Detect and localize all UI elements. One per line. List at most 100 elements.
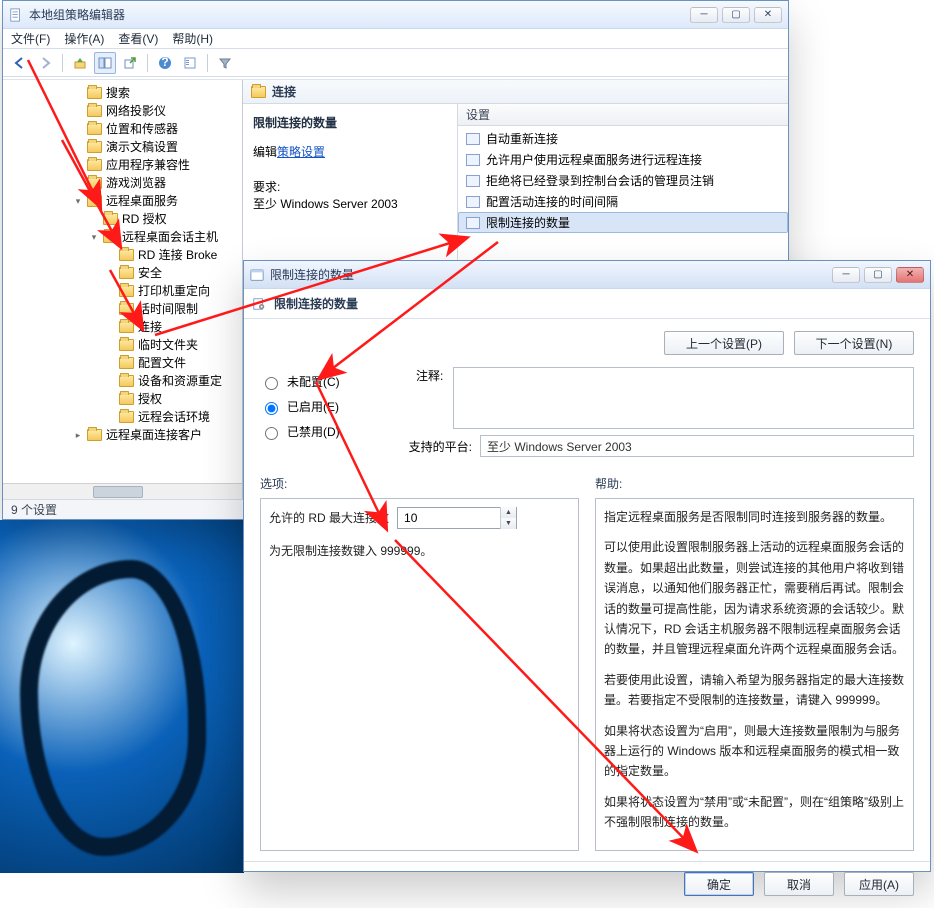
tree-item[interactable]: 网络投影仪 xyxy=(73,102,242,120)
ok-button[interactable]: 确定 xyxy=(684,872,754,896)
folder-icon xyxy=(119,357,134,369)
show-hide-tree-button[interactable] xyxy=(94,52,116,74)
tree-item[interactable]: 演示文稿设置 xyxy=(73,138,242,156)
status-text: 9 个设置 xyxy=(11,501,57,518)
tree-horizontal-scrollbar[interactable] xyxy=(3,483,242,499)
folder-icon xyxy=(251,86,266,98)
radio-not-configured-label: 未配置(C) xyxy=(287,373,340,390)
help-label: 帮助: xyxy=(595,475,914,492)
policy-dialog-window: 限制连接的数量 ─ ▢ ✕ 限制连接的数量 上一个设置(P) 下一个设置(N) … xyxy=(243,260,931,872)
menu-file[interactable]: 文件(F) xyxy=(11,30,50,47)
help-panel: 指定远程桌面服务是否限制同时连接到服务器的数量。可以使用此设置限制服务器上活动的… xyxy=(595,498,914,851)
content-header-title: 连接 xyxy=(272,83,296,100)
list-item[interactable]: 拒绝将已经登录到控制台会话的管理员注销 xyxy=(458,170,788,191)
svg-text:?: ? xyxy=(161,56,168,69)
expand-placeholder xyxy=(105,358,115,368)
tree-item[interactable]: 应用程序兼容性 xyxy=(73,156,242,174)
list-column-header[interactable]: 设置 xyxy=(458,104,788,126)
list-item[interactable]: 自动重新连接 xyxy=(458,128,788,149)
maximize-button[interactable]: ▢ xyxy=(722,7,750,23)
spinner-down-icon[interactable]: ▼ xyxy=(500,518,516,529)
dialog-maximize-button[interactable]: ▢ xyxy=(864,267,892,283)
tree-item[interactable]: 安全 xyxy=(105,264,242,282)
dialog-titlebar[interactable]: 限制连接的数量 ─ ▢ ✕ xyxy=(244,261,930,289)
tree-item[interactable]: 搜索 xyxy=(73,84,242,102)
filter-button[interactable] xyxy=(214,52,236,74)
radio-disabled-label: 已禁用(D) xyxy=(287,423,340,440)
policy-item-icon xyxy=(466,133,480,145)
list-item-label: 配置活动连接的时间间隔 xyxy=(486,193,618,210)
menu-action[interactable]: 操作(A) xyxy=(64,30,104,47)
nav-tree[interactable]: 搜索网络投影仪位置和传感器演示文稿设置应用程序兼容性游戏浏览器▾远程桌面服务RD… xyxy=(3,80,243,499)
editor-titlebar[interactable]: 本地组策略编辑器 ─ ▢ ✕ xyxy=(3,1,788,29)
next-setting-button[interactable]: 下一个设置(N) xyxy=(794,331,914,355)
collapse-icon[interactable]: ▾ xyxy=(89,232,99,242)
radio-not-configured[interactable]: 未配置(C) xyxy=(260,373,390,390)
tree-item[interactable]: 临时文件夹 xyxy=(105,336,242,354)
tree-item-label: RD 连接 Broke xyxy=(138,246,217,264)
radio-enabled[interactable]: 已启用(E) xyxy=(260,398,390,415)
expand-placeholder xyxy=(105,250,115,260)
expand-placeholder xyxy=(73,88,83,98)
edit-policy-link[interactable]: 策略设置 xyxy=(277,145,325,159)
folder-icon xyxy=(119,303,134,315)
tree-item-label: 位置和传感器 xyxy=(106,120,178,138)
tree-item[interactable]: 设备和资源重定 xyxy=(105,372,242,390)
radio-disabled[interactable]: 已禁用(D) xyxy=(260,423,390,440)
tree-item-label: 远程桌面会话主机 xyxy=(122,228,218,246)
folder-icon xyxy=(103,213,118,225)
tree-item[interactable]: ▸远程桌面连接客户 xyxy=(73,426,242,444)
tree-item[interactable]: ▾远程桌面服务 xyxy=(73,192,242,210)
requirement-value: 至少 Windows Server 2003 xyxy=(253,195,447,212)
comment-textbox[interactable] xyxy=(453,367,914,429)
app-icon xyxy=(9,8,23,22)
folder-icon xyxy=(119,411,134,423)
tree-item[interactable]: 游戏浏览器 xyxy=(73,174,242,192)
tree-item[interactable]: 话时间限制 xyxy=(105,300,242,318)
up-button[interactable] xyxy=(69,52,91,74)
tree-item-label: 远程会话环境 xyxy=(138,408,210,426)
tree-item-label: RD 授权 xyxy=(122,210,167,228)
help-button[interactable]: ? xyxy=(154,52,176,74)
tree-item[interactable]: 打印机重定向 xyxy=(105,282,242,300)
cancel-button[interactable]: 取消 xyxy=(764,872,834,896)
toolbar-separator xyxy=(62,54,63,72)
folder-icon xyxy=(87,429,102,441)
list-item[interactable]: 允许用户使用远程桌面服务进行远程连接 xyxy=(458,149,788,170)
folder-icon xyxy=(87,105,102,117)
list-item-label: 拒绝将已经登录到控制台会话的管理员注销 xyxy=(486,172,714,189)
expand-placeholder xyxy=(73,142,83,152)
minimize-button[interactable]: ─ xyxy=(690,7,718,23)
max-connections-spinner[interactable]: ▲▼ xyxy=(397,507,517,529)
export-button[interactable] xyxy=(119,52,141,74)
list-item[interactable]: 配置活动连接的时间间隔 xyxy=(458,191,788,212)
radio-enabled-label: 已启用(E) xyxy=(287,398,339,415)
tree-item[interactable]: 配置文件 xyxy=(105,354,242,372)
spinner-up-icon[interactable]: ▲ xyxy=(500,507,516,518)
menu-view[interactable]: 查看(V) xyxy=(118,30,158,47)
close-button[interactable]: ✕ xyxy=(754,7,782,23)
tree-item[interactable]: 位置和传感器 xyxy=(73,120,242,138)
dialog-close-button[interactable]: ✕ xyxy=(896,267,924,283)
tree-item[interactable]: 远程会话环境 xyxy=(105,408,242,426)
list-item[interactable]: 限制连接的数量 xyxy=(458,212,788,233)
tree-item[interactable]: 授权 xyxy=(105,390,242,408)
apply-button[interactable]: 应用(A) xyxy=(844,872,914,896)
tree-item[interactable]: ▾ 远程桌面会话主机 xyxy=(89,228,242,246)
forward-button[interactable] xyxy=(34,52,56,74)
folder-icon xyxy=(87,141,102,153)
max-connections-input[interactable] xyxy=(398,511,516,525)
previous-setting-button[interactable]: 上一个设置(P) xyxy=(664,331,784,355)
tree-item[interactable]: 连接 xyxy=(105,318,242,336)
menu-bar: 文件(F) 操作(A) 查看(V) 帮助(H) xyxy=(3,29,788,49)
content-header: 连接 xyxy=(243,80,788,104)
menu-help[interactable]: 帮助(H) xyxy=(172,30,213,47)
tree-item[interactable]: RD 连接 Broke xyxy=(105,246,242,264)
dialog-minimize-button[interactable]: ─ xyxy=(832,267,860,283)
properties-button[interactable] xyxy=(179,52,201,74)
scrollbar-thumb[interactable] xyxy=(93,486,143,498)
tree-item[interactable]: RD 授权 xyxy=(89,210,242,228)
back-button[interactable] xyxy=(9,52,31,74)
collapse-icon[interactable]: ▾ xyxy=(73,196,83,206)
options-hint: 为无限制连接数键入 999999。 xyxy=(269,541,570,561)
